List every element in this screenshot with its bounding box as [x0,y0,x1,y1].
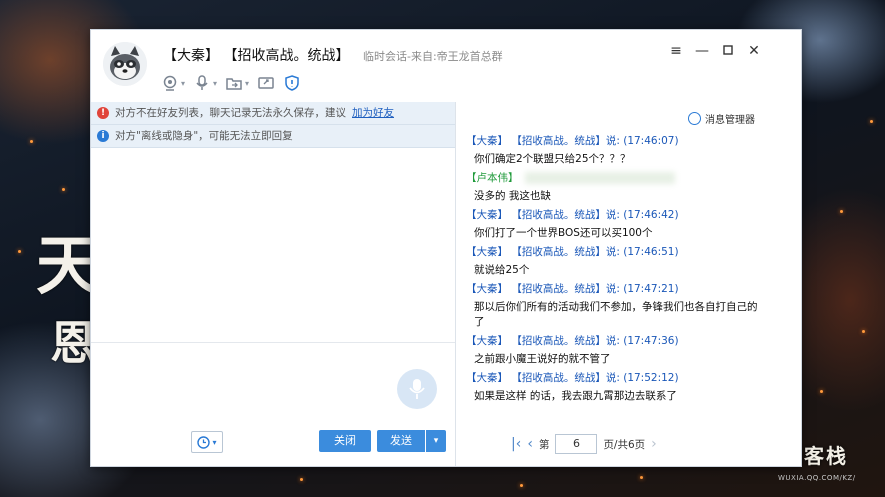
compose-area[interactable]: ▾ 关闭 发送 ▾ [91,342,455,467]
message-time: (17:52:12) [623,372,679,384]
chevron-down-icon: ▾ [181,78,186,88]
file-transfer-button[interactable]: ▾ [225,74,249,92]
message-sender: 【大秦】 【招收高战。统战】说: [466,372,620,384]
notice-not-friend: ! 对方不在好友列表，聊天记录无法永久保存，建议 加为好友 [91,102,455,125]
warning-icon: ! [97,107,109,119]
message-sender: 【大秦】 【招收高战。统战】说: [466,283,620,295]
list-item: 【大秦】 【招收高战。统战】说: (17:46:51) 就说给25个 [466,245,766,278]
list-item: 【大秦】 【招收高战。统战】说: (17:47:21) 那以后你们所有的活动我们… [466,282,766,330]
history-button[interactable]: ▾ [191,431,223,453]
minimize-button[interactable]: — [693,42,711,60]
message-time: (17:47:21) [623,283,679,295]
message-sender: 【大秦】 【招收高战。统战】说: [466,209,620,221]
clock-icon [688,112,701,125]
chat-window: 【大秦】 【招收高战。统战】 临时会话-来自:帝王龙首总群 ≡ — ✕ ▾ ▾ … [90,29,802,467]
message-time: (17:46:07) [623,135,679,147]
microphone-icon [196,75,208,90]
security-button[interactable] [283,74,301,92]
folder-icon [226,78,242,90]
first-page-icon[interactable]: |‹ [511,436,521,452]
message-time: (17:47:36) [623,335,679,347]
chat-pane: ! 对方不在好友列表，聊天记录无法永久保存，建议 加为好友 i 对方"离线或隐身"… [91,102,456,466]
site-logo-url: WUXIA.QQ.COM/KZ/ [778,474,856,482]
share-screen-button[interactable] [257,74,275,92]
list-item: 【卢本伟】 没多的 我这也缺 [466,171,766,204]
page-suffix: 页/共6页 [603,438,646,451]
message-text: 你们确定2个联盟只给25个？？？ [474,153,631,165]
message-history-pane: 消息管理器 【大秦】 【招收高战。统战】说: (17:46:07) 你们确定2个… [456,102,801,466]
prev-page-icon[interactable]: ‹ [527,436,533,452]
notice-text: 对方不在好友列表，聊天记录无法永久保存，建议 [115,107,346,119]
chevron-down-icon: ▾ [212,437,217,447]
info-icon: i [97,130,109,142]
toolbar: ▾ ▾ ▾ [161,70,301,96]
message-manager-label: 消息管理器 [705,115,755,126]
message-text: 没多的 我这也缺 [474,190,551,202]
message-list: 【大秦】 【招收高战。统战】说: (17:46:07) 你们确定2个联盟只给25… [466,134,766,408]
contact-name[interactable]: 【大秦】 【招收高战。统战】 [163,45,349,65]
chevron-down-icon: ▾ [213,78,218,88]
message-sender: 【大秦】 【招收高战。统战】说: [466,135,620,147]
pagination: |‹ ‹ 第 6 页/共6页 › [511,434,657,454]
list-item: 【大秦】 【招收高战。统战】说: (17:52:12) 如果是这样 的话，我去跟… [466,371,766,404]
list-item: 【大秦】 【招收高战。统战】说: (17:46:42) 你们打了一个世界BOS还… [466,208,766,241]
voice-call-button[interactable]: ▾ [193,74,217,92]
next-page-icon[interactable]: › [651,436,657,452]
message-text: 就说给25个 [474,264,530,276]
shield-icon [285,75,299,91]
message-text: 那以后你们所有的活动我们不参加，争锋我们也各自打自己的了 [474,301,758,328]
camera-icon [163,75,177,91]
message-sender: 【卢本伟】 [466,172,519,184]
maximize-button[interactable] [719,42,737,60]
list-item: 【大秦】 【招收高战。统战】说: (17:47:36) 之前跟小魔王说好的就不管… [466,334,766,367]
send-button[interactable]: 发送 [377,430,425,452]
microphone-icon [409,379,425,399]
chevron-down-icon: ▾ [245,78,250,88]
message-text: 之前跟小魔王说好的就不管了 [474,353,611,365]
list-item: 【大秦】 【招收高战。统战】说: (17:46:07) 你们确定2个联盟只给25… [466,134,766,167]
message-time: (17:46:51) [623,246,679,258]
menu-icon[interactable]: ≡ [667,42,685,60]
maximize-icon [723,45,733,55]
message-text: 如果是这样 的话，我去跟九霄那边去联系了 [474,390,677,402]
voice-input-button[interactable] [397,369,437,409]
message-text: 你们打了一个世界BOS还可以买100个 [474,227,653,239]
close-chat-button[interactable]: 关闭 [319,430,371,452]
raccoon-avatar-icon [103,42,147,86]
notice-offline: i 对方"离线或隐身"，可能无法立即回复 [91,125,455,148]
message-manager-title[interactable]: 消息管理器 [688,111,755,126]
page-number-input[interactable]: 6 [555,434,598,454]
video-call-button[interactable]: ▾ [161,74,185,92]
share-icon [258,77,274,89]
title-bar: 【大秦】 【招收高战。统战】 临时会话-来自:帝王龙首总群 ≡ — ✕ ▾ ▾ … [91,30,801,102]
message-sender: 【大秦】 【招收高战。统战】说: [466,246,620,258]
notice-text: 对方"离线或隐身"，可能无法立即回复 [115,130,293,142]
add-friend-link[interactable]: 加为好友 [352,102,394,124]
message-sender: 【大秦】 【招收高战。统战】说: [466,335,620,347]
send-options-button[interactable]: ▾ [426,430,446,452]
avatar[interactable] [103,42,147,86]
clock-icon [197,435,211,449]
session-source: 临时会话-来自:帝王龙首总群 [363,50,503,63]
message-time: (17:46:42) [623,209,679,221]
close-button[interactable]: ✕ [745,42,763,60]
page-prefix: 第 [538,438,550,451]
redacted-text [524,172,675,184]
